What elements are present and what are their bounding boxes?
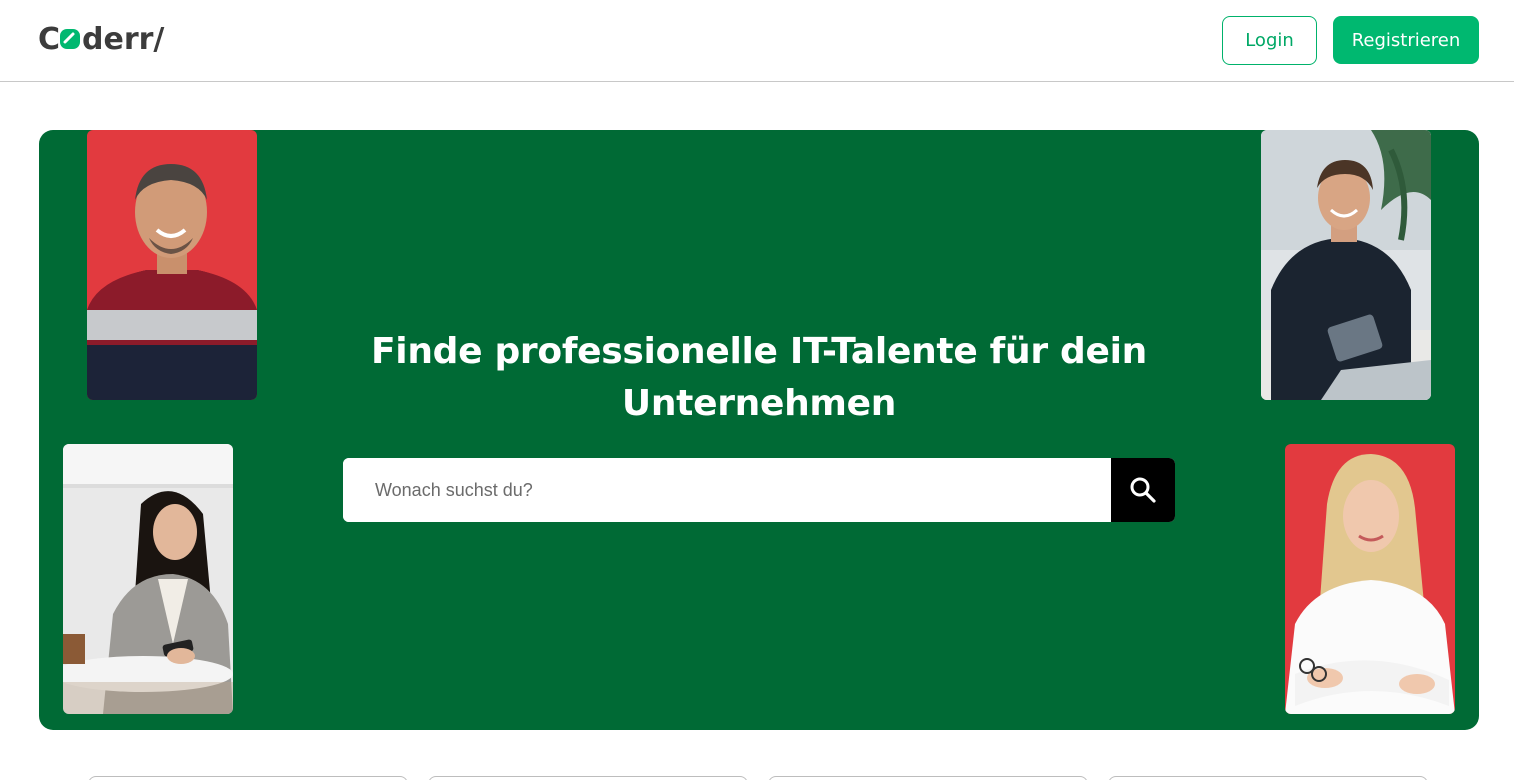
- hero-banner: Finde professionelle IT-Talente für dein…: [39, 130, 1479, 730]
- category-card[interactable]: [768, 776, 1088, 780]
- login-button[interactable]: Login: [1222, 16, 1317, 65]
- category-cards-row: [0, 776, 1514, 780]
- site-header: C derr/ Login Registrieren: [0, 0, 1514, 82]
- category-card[interactable]: [88, 776, 408, 780]
- portrait-man-tablet: [1261, 130, 1431, 400]
- search-button[interactable]: [1111, 458, 1175, 522]
- coderr-logo-icon: C derr/: [38, 22, 164, 57]
- svg-text:C: C: [38, 22, 60, 57]
- hero-title: Finde professionelle IT-Talente für dein…: [370, 331, 1147, 424]
- category-card[interactable]: [428, 776, 748, 780]
- category-card[interactable]: [1108, 776, 1428, 780]
- portrait-man-red-sweater: [87, 130, 257, 400]
- portrait-woman-phone: [63, 444, 233, 714]
- coderr-logo[interactable]: C derr/: [38, 18, 178, 58]
- portrait-woman-crossed-arms: [1285, 444, 1455, 714]
- register-button[interactable]: Registrieren: [1333, 16, 1479, 64]
- search-bar: [343, 458, 1175, 522]
- search-icon: [1130, 477, 1156, 503]
- search-input[interactable]: [343, 458, 1111, 522]
- svg-text:derr/: derr/: [82, 22, 164, 57]
